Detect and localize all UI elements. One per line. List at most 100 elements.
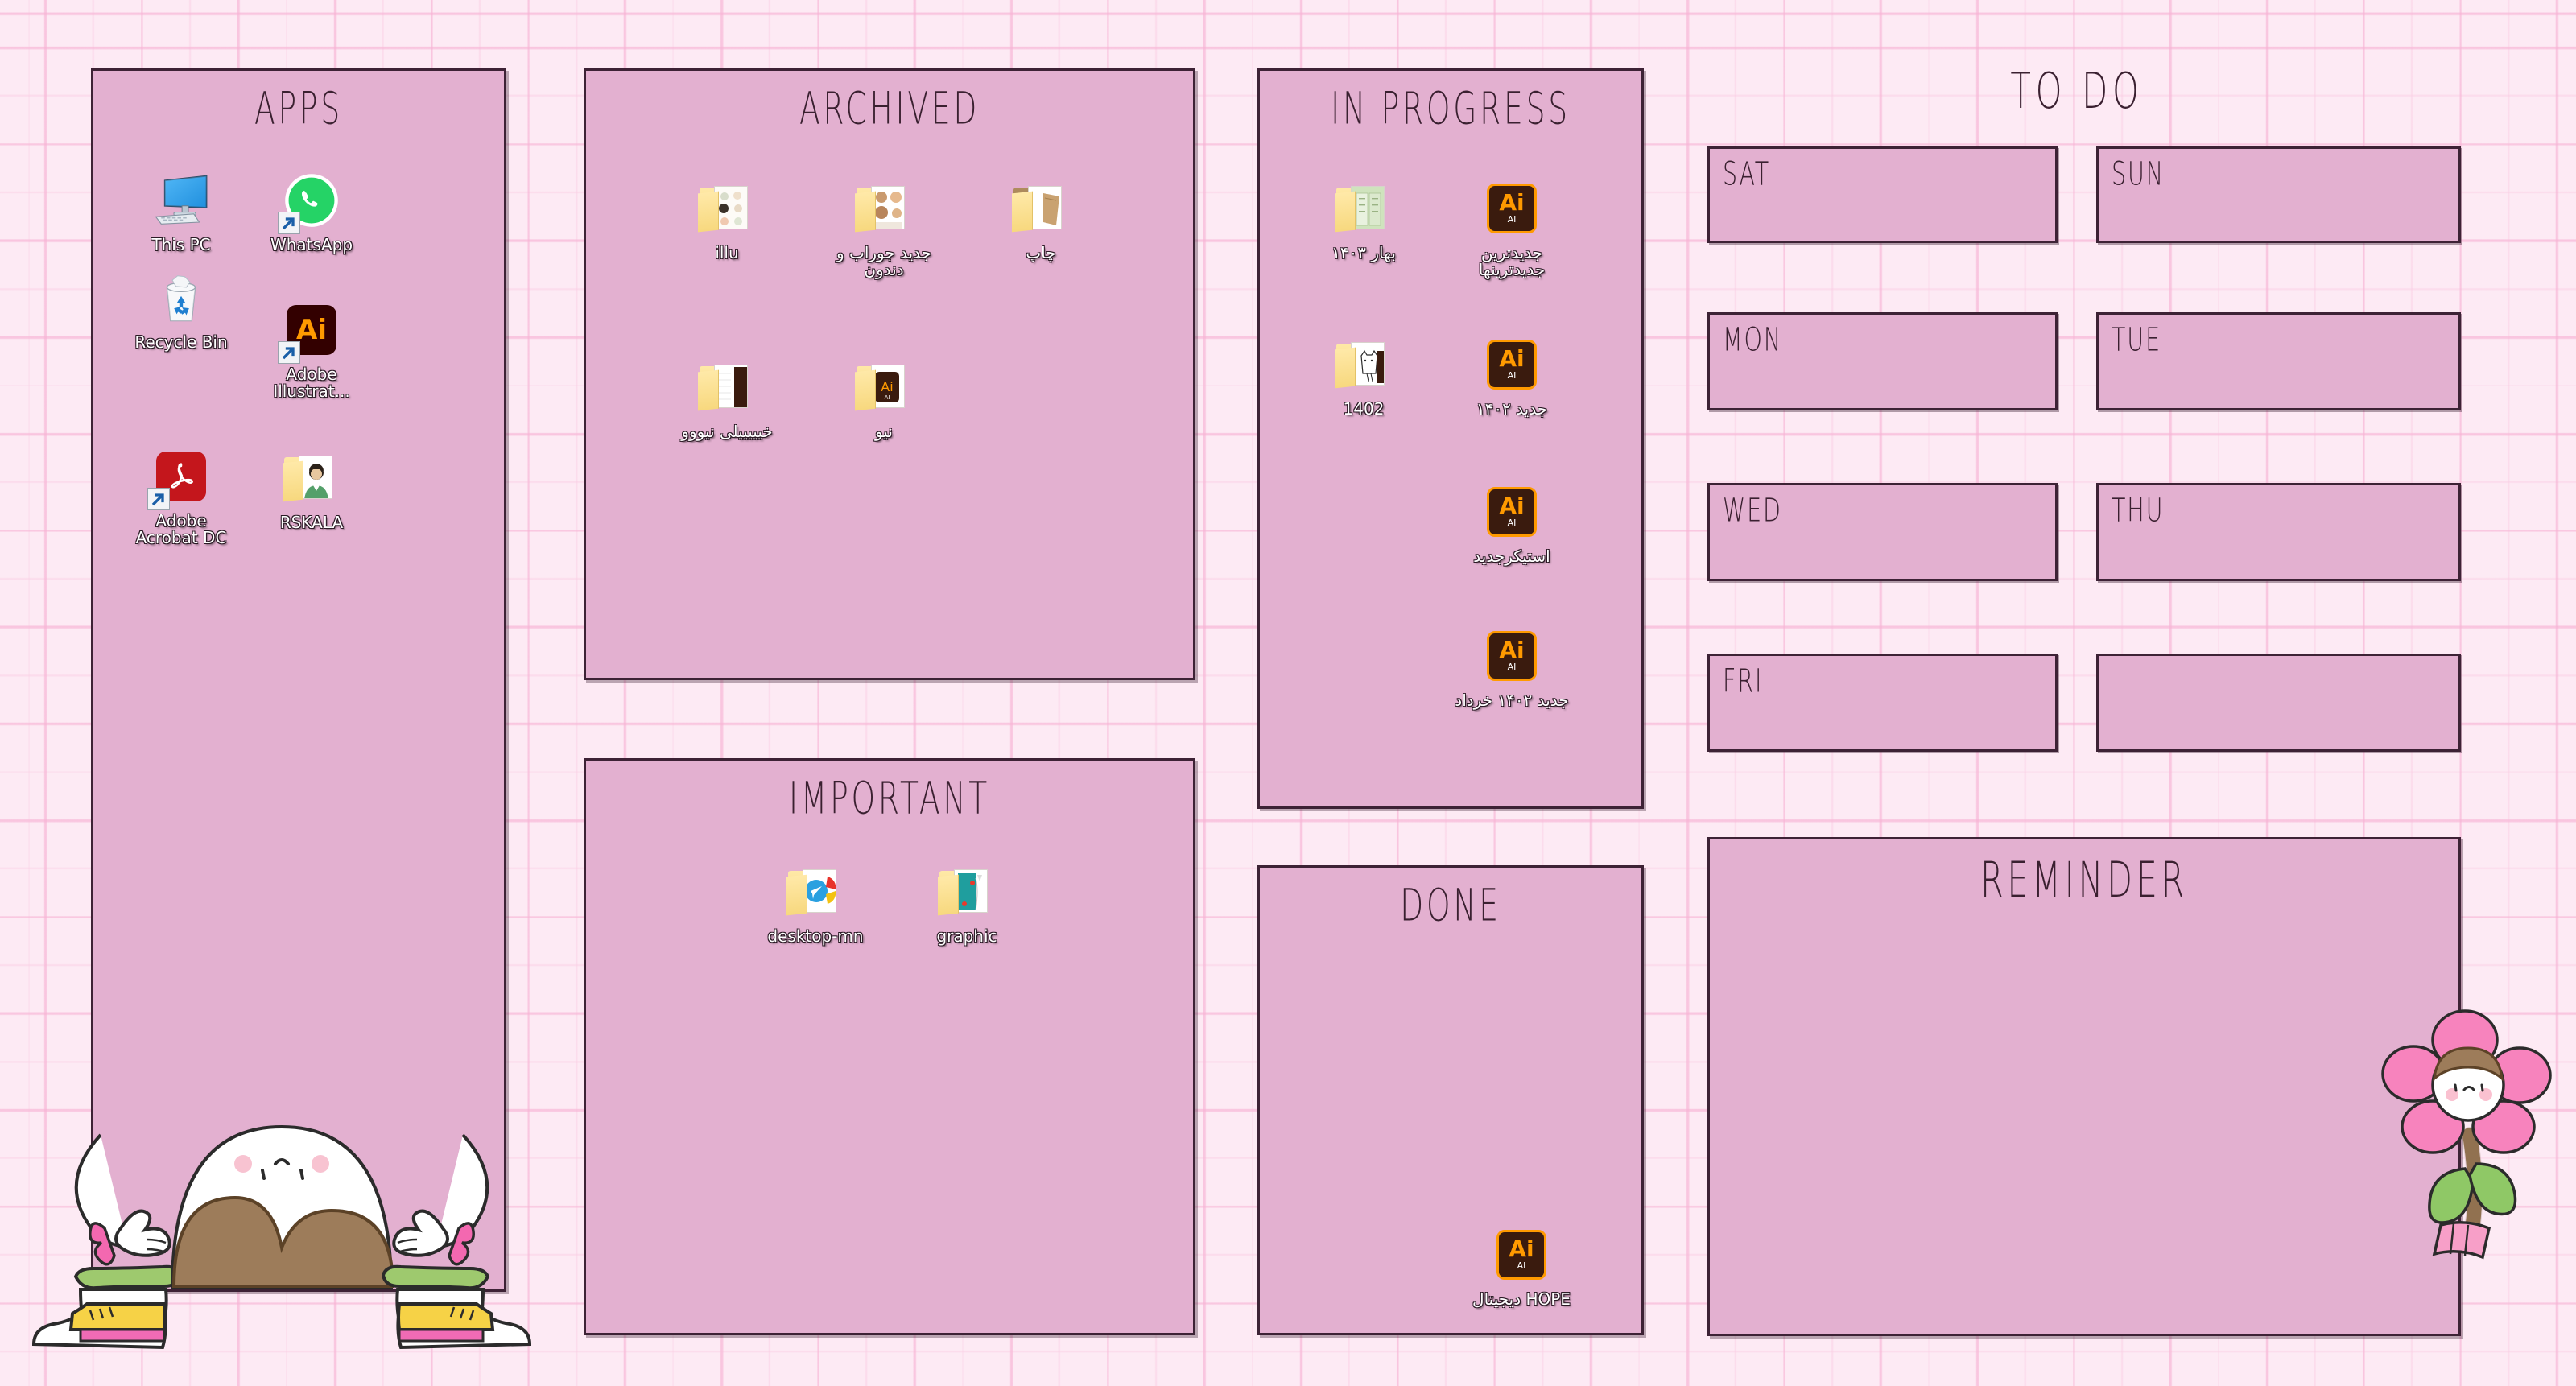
- folder-label: 1402: [1343, 399, 1385, 419]
- folder-item[interactable]: Ai AI نیو: [824, 356, 944, 440]
- spacer-cell: [1303, 481, 1424, 565]
- todo-box-sat[interactable]: SAT: [1707, 146, 2058, 243]
- folder-item[interactable]: چاپ: [980, 177, 1101, 278]
- panel-in-progress: IN PROGRESS بهار ۱۴۰۳ Ai AI جدیدترین جدی…: [1257, 68, 1644, 809]
- folder-label: desktop-mn: [767, 926, 864, 946]
- ai-file-item[interactable]: Ai AI جدید ۱۴۰۲: [1451, 333, 1572, 418]
- this-pc-icon: [150, 169, 213, 232]
- done-icon-grid: Ai AI HOPE دیجیتال: [1260, 918, 1641, 1316]
- ai-file-item[interactable]: Ai AI استیکرجدید: [1451, 481, 1572, 565]
- panel-archived-title: ARCHIVED: [799, 84, 980, 135]
- folder-label: illu: [715, 243, 739, 262]
- panel-done: DONE Ai AI HOPE دیجیتال: [1257, 865, 1644, 1335]
- ai-file-icon: Ai AI: [1480, 625, 1543, 687]
- ai-file-item[interactable]: Ai AI HOPE دیجیتال: [1461, 1223, 1582, 1308]
- desktop-icon-rskala[interactable]: RSKALA: [251, 447, 372, 547]
- apps-icon-grid: This PC WhatsApp Recycle Bin Ai Adobe Il…: [93, 121, 504, 555]
- folder-item[interactable]: illu: [667, 177, 787, 278]
- todo-day-label: SUN: [2112, 155, 2165, 194]
- todo-box-empty[interactable]: [2096, 654, 2461, 752]
- ai-file-label: جدید ۱۴۰۲ خرداد: [1455, 691, 1569, 710]
- desktop-icon-recycle-bin[interactable]: Recycle Bin: [121, 266, 242, 400]
- ai-file-label: HOPE دیجیتال: [1472, 1289, 1571, 1309]
- adobe-acrobat-icon: [147, 445, 213, 510]
- shortcut-arrow-icon: [147, 488, 170, 510]
- folder-label: جدید جوراب و دندون: [836, 243, 932, 279]
- desktop-icon-this-pc[interactable]: This PC: [121, 169, 242, 254]
- ai-file-label: جدید ۱۴۰۲: [1476, 399, 1548, 419]
- adobe-illustrator-icon: Ai: [278, 299, 343, 364]
- ai-file-label: استیکرجدید: [1473, 547, 1550, 566]
- todo-box-wed[interactable]: WED: [1707, 483, 2058, 581]
- todo-day-label: FRI: [1723, 662, 1764, 701]
- folder-icon: [784, 860, 847, 923]
- desktop-icon-label: Adobe Acrobat DC: [135, 511, 227, 547]
- folder-icon: [696, 356, 758, 419]
- todo-day-label: TUE: [2112, 321, 2161, 360]
- folder-item[interactable]: desktop-mn: [755, 860, 876, 945]
- archived-icon-grid: illu جدید جوراب و دندون چاپ خیییییلی نیو…: [586, 121, 1193, 448]
- panel-important: IMPORTANT desktop-mn graphic: [584, 758, 1195, 1335]
- panel-archived: ARCHIVED illu جدید جوراب و دندون چاپ خیی…: [584, 68, 1195, 680]
- todo-day-label: MON: [1723, 321, 1783, 360]
- panel-important-title: IMPORTANT: [789, 773, 990, 825]
- todo-box-mon[interactable]: MON: [1707, 312, 2058, 410]
- todo-day-label: SAT: [1723, 155, 1771, 194]
- ai-file-icon: Ai AI: [1480, 333, 1543, 396]
- todo-box-thu[interactable]: THU: [2096, 483, 2461, 581]
- desktop-icon-label: This PC: [151, 235, 211, 254]
- folder-icon: Ai AI: [852, 356, 915, 419]
- folder-label: چاپ: [1026, 243, 1056, 262]
- todo-box-fri[interactable]: FRI: [1707, 654, 2058, 752]
- whatsapp-icon: [278, 169, 343, 234]
- desktop-icon-adobe-illustrator[interactable]: Ai Adobe Illustrat...: [251, 299, 372, 400]
- panel-reminder[interactable]: REMINDER: [1707, 837, 2461, 1336]
- folder-item[interactable]: خیییییلی نیووو: [667, 356, 787, 440]
- todo-box-sun[interactable]: SUN: [2096, 146, 2461, 243]
- shortcut-arrow-icon: [278, 212, 300, 234]
- ai-file-icon: Ai AI: [1480, 177, 1543, 240]
- folder-item[interactable]: 1402: [1303, 333, 1424, 418]
- todo-day-label: WED: [1723, 492, 1782, 530]
- folder-icon: [696, 177, 758, 240]
- folder-icon: [1332, 333, 1395, 396]
- in-progress-icon-grid: بهار ۱۴۰۳ Ai AI جدیدترین جدیدترینها 1402…: [1260, 121, 1641, 717]
- desktop-icon-whatsapp[interactable]: WhatsApp: [251, 169, 372, 254]
- ai-file-label: جدیدترین جدیدترینها: [1478, 243, 1546, 279]
- ai-file-icon: Ai AI: [1480, 481, 1543, 543]
- panel-reminder-title: REMINDER: [1979, 852, 2189, 910]
- folder-label: بهار ۱۴۰۳: [1331, 243, 1396, 262]
- todo-day-label: THU: [2112, 492, 2165, 530]
- desktop-wallpaper: APPS This PC WhatsApp Recycle Bin Ai Ado…: [0, 0, 2576, 1386]
- folder-icon: [852, 177, 915, 240]
- todo-section-title: TO DO: [2010, 63, 2144, 121]
- desktop-icon-label: RSKALA: [279, 513, 344, 532]
- folder-label: graphic: [936, 926, 997, 946]
- bunny-character: [24, 1079, 539, 1386]
- ai-file-item[interactable]: Ai AI جدیدترین جدیدترینها: [1451, 177, 1572, 278]
- ai-file-icon: Ai AI: [1490, 1223, 1553, 1286]
- recycle-bin-icon: [150, 266, 213, 329]
- folder-label: خیییییلی نیووو: [681, 422, 773, 441]
- desktop-icon-adobe-acrobat[interactable]: Adobe Acrobat DC: [121, 445, 242, 547]
- panel-apps-title: APPS: [254, 84, 343, 135]
- desktop-icon-label: WhatsApp: [270, 235, 353, 254]
- spacer-cell: [1303, 625, 1424, 709]
- shortcut-arrow-icon: [278, 341, 300, 364]
- desktop-icon-label: Adobe Illustrat...: [273, 365, 350, 401]
- folder-item[interactable]: بهار ۱۴۰۳: [1303, 177, 1424, 278]
- important-icon-grid: desktop-mn graphic: [586, 811, 1193, 953]
- folder-label: نیو: [875, 422, 893, 441]
- desktop-icon-label: Recycle Bin: [134, 332, 228, 352]
- svg-text:Ai: Ai: [881, 379, 893, 394]
- svg-text:AI: AI: [885, 394, 890, 401]
- folder-icon: [1332, 177, 1395, 240]
- folder-item[interactable]: graphic: [906, 860, 1027, 945]
- user-folder-icon: [280, 447, 343, 509]
- todo-box-tue[interactable]: TUE: [2096, 312, 2461, 410]
- folder-icon: [935, 860, 998, 923]
- folder-item[interactable]: جدید جوراب و دندون: [824, 177, 944, 278]
- panel-done-title: DONE: [1400, 881, 1501, 932]
- ai-file-item[interactable]: Ai AI جدید ۱۴۰۲ خرداد: [1451, 625, 1572, 709]
- panel-in-progress-title: IN PROGRESS: [1331, 84, 1571, 135]
